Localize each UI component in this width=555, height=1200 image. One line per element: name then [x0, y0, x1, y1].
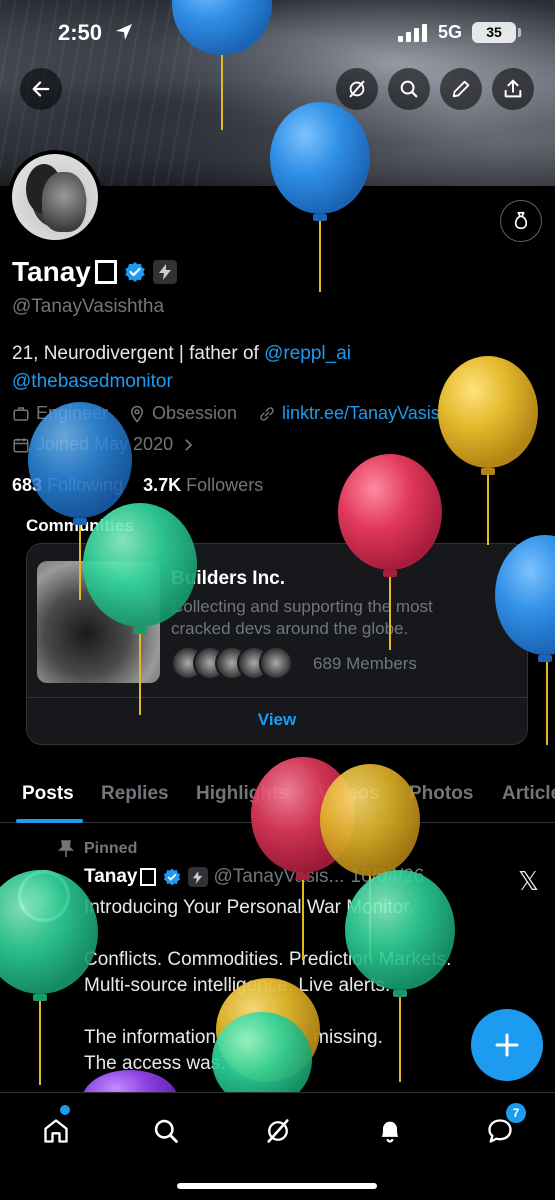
- messages-badge: 7: [506, 1103, 526, 1123]
- search-icon: [400, 80, 418, 98]
- bottom-nav: 7: [0, 1092, 555, 1200]
- nav-notifications[interactable]: [370, 1111, 410, 1151]
- following-link[interactable]: 683 Following: [12, 475, 123, 495]
- meta-location: Obsession: [128, 403, 237, 424]
- plus-icon: [495, 1033, 519, 1057]
- grok-icon: [267, 1119, 289, 1143]
- name-square-glyph: [94, 260, 117, 284]
- following-label: Following: [47, 475, 124, 495]
- search-icon: [154, 1119, 178, 1143]
- verified-badge-icon[interactable]: [123, 260, 147, 284]
- divider: [27, 697, 527, 698]
- verified-badge-icon: [163, 868, 180, 886]
- community-image: [37, 561, 160, 683]
- post-body[interactable]: Introducing Your Personal War Monitor. C…: [84, 895, 534, 1077]
- calendar-icon: [13, 437, 29, 452]
- pinned-text: Pinned: [84, 840, 138, 857]
- post-date: 16/04/26: [350, 866, 425, 887]
- active-tab-indicator: [16, 819, 83, 823]
- followers-label: Followers: [186, 475, 264, 495]
- affiliate-bolt-icon: [187, 867, 208, 887]
- link-icon: [260, 406, 274, 421]
- profile-avatar[interactable]: [8, 150, 102, 244]
- search-button[interactable]: [388, 68, 430, 110]
- tab-articles[interactable]: Articles: [502, 783, 555, 805]
- share-icon: [504, 79, 522, 98]
- money-bag-icon: [514, 211, 528, 230]
- communities-title: Communities: [26, 516, 134, 535]
- tab-posts[interactable]: Posts: [22, 783, 74, 805]
- grok-button[interactable]: [336, 68, 378, 110]
- post-header: Tanay @TanayVasis... 16/04/26: [84, 866, 424, 888]
- affiliate-bolt-icon[interactable]: [152, 260, 177, 284]
- signal-icon: [398, 24, 427, 42]
- bio-link-basedmonitor[interactable]: @thebasedmonitor: [12, 371, 173, 392]
- grok-icon: [349, 80, 365, 98]
- meta-location-text: Obsession: [152, 403, 238, 423]
- nav-grok[interactable]: [258, 1111, 298, 1151]
- edit-icon: [452, 80, 470, 98]
- battery-indicator: 35: [472, 22, 516, 43]
- community-description: Collecting and supporting the most crack…: [171, 597, 433, 638]
- meta-website[interactable]: linktr.ee/TanayVasishtha: [258, 403, 475, 424]
- tip-button[interactable]: [500, 200, 542, 242]
- battery-cap: [518, 28, 521, 37]
- community-member-avatars: [171, 646, 311, 682]
- x-logo-icon: 𝕏: [518, 866, 539, 896]
- following-count: 683: [12, 475, 43, 495]
- home-icon: [44, 1119, 68, 1143]
- location-arrow-icon: [116, 24, 132, 40]
- tab-photos[interactable]: Photos: [409, 783, 473, 805]
- nav-home[interactable]: [36, 1111, 76, 1151]
- tab-replies[interactable]: Replies: [101, 783, 169, 805]
- profile-name-row: Tanay: [12, 256, 177, 288]
- post-author-avatar[interactable]: [18, 870, 70, 922]
- back-icon: [32, 81, 50, 97]
- status-bar: 2:50 5G 35: [0, 0, 555, 64]
- community-view-button[interactable]: View: [27, 710, 527, 730]
- compose-button[interactable]: [471, 1009, 543, 1081]
- tab-videos[interactable]: Videos: [318, 783, 380, 805]
- community-card[interactable]: Builders Inc. Collecting and supporting …: [26, 543, 528, 745]
- location-icon: [130, 405, 144, 423]
- name-square-glyph: [139, 868, 156, 886]
- followers-link[interactable]: 3.7K Followers: [143, 475, 263, 495]
- post-author-handle: @TanayVasis...: [213, 866, 345, 887]
- meta-website-link[interactable]: linktr.ee/TanayVasishtha: [282, 403, 475, 424]
- profile-bio: 21, Neurodivergent | father of @reppl_ai…: [12, 340, 542, 396]
- back-button[interactable]: [20, 68, 62, 110]
- briefcase-icon: [13, 406, 29, 421]
- member-avatar: [259, 646, 293, 680]
- follow-stats: 683 Following 3.7K Followers: [12, 475, 263, 496]
- profile-tabs: Posts Replies Highlights Videos Photos A…: [0, 775, 555, 823]
- home-notification-dot: [60, 1105, 70, 1115]
- post-author-name[interactable]: Tanay: [84, 866, 138, 888]
- avatar-face: [42, 172, 86, 232]
- profile-name: Tanay: [12, 256, 91, 287]
- bio-text: 21, Neurodivergent | father of: [12, 343, 265, 364]
- nav-search[interactable]: [146, 1111, 186, 1151]
- chevron-right-icon: [185, 438, 193, 451]
- meta-joined-text: Joined May 2020: [36, 434, 174, 454]
- meta-job: Engineer: [12, 403, 108, 424]
- bio-link-reppl[interactable]: @reppl_ai: [264, 343, 351, 364]
- meta-job-text: Engineer: [36, 403, 109, 423]
- network-type: 5G: [438, 22, 463, 42]
- meta-joined[interactable]: Joined May 2020: [12, 434, 197, 455]
- home-indicator: [177, 1183, 377, 1189]
- edit-button[interactable]: [440, 68, 482, 110]
- community-name: Builders Inc.: [171, 568, 286, 589]
- tab-highlights[interactable]: Highlights: [196, 783, 289, 805]
- pinned-label: Pinned: [58, 840, 137, 858]
- status-time: 2:50: [58, 20, 103, 45]
- community-members: 689 Members: [313, 654, 417, 673]
- bell-icon: [381, 1121, 399, 1143]
- followers-count: 3.7K: [143, 475, 182, 495]
- pin-icon: [58, 840, 74, 857]
- profile-handle: @TanayVasishtha: [12, 296, 165, 317]
- share-button[interactable]: [492, 68, 534, 110]
